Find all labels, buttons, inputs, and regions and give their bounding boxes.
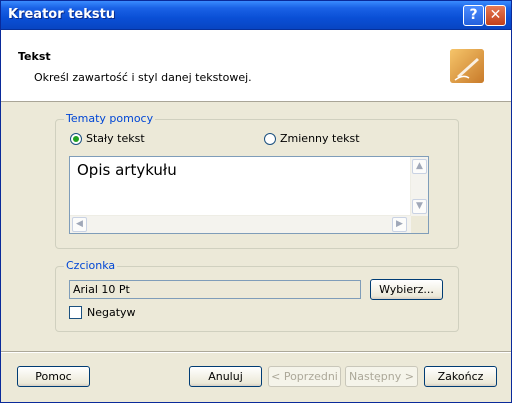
close-button[interactable]: ✕ [485,5,506,26]
scroll-right-icon[interactable]: ▶ [392,217,407,232]
text-content-area[interactable]: Opis artykułu ▲ ▼ ◀ ▶ [69,156,429,234]
scroll-down-icon[interactable]: ▼ [412,199,427,214]
font-display-field: Arial 10 Pt [69,280,361,299]
vertical-scrollbar[interactable]: ▲ ▼ [410,157,428,216]
topics-group-label: Tematy pomocy [64,112,156,125]
cancel-button[interactable]: Anuluj [189,366,262,387]
wizard-window: Kreator tekstu ? ✕ Tekst Określ zawartoś… [0,0,512,403]
wizard-header: Tekst Określ zawartość i styl danej teks… [1,30,511,102]
scroll-left-icon[interactable]: ◀ [72,217,87,232]
negative-checkbox-label: Negatyw [87,306,136,319]
help-title-button[interactable]: ? [463,5,484,26]
choose-font-button[interactable]: Wybierz... [370,279,443,300]
font-group-label: Czcionka [64,259,118,272]
next-button[interactable]: Następny > [345,366,418,387]
step-subtitle: Określ zawartość i styl danej tekstowej. [34,71,252,84]
pen-and-paper-icon [450,49,484,83]
scroll-up-icon[interactable]: ▲ [412,159,427,174]
variable-text-radio[interactable]: Zmienny tekst [264,132,360,145]
variable-text-label: Zmienny tekst [280,132,360,145]
negative-checkbox[interactable] [69,306,82,319]
radio-button-unchecked[interactable] [264,132,276,145]
scrollbar-corner [411,216,428,233]
window-title: Kreator tekstu [8,7,116,22]
step-title: Tekst [18,50,51,63]
horizontal-scrollbar[interactable]: ◀ ▶ [70,215,411,233]
finish-button[interactable]: Zakończ [424,366,497,387]
footer-divider [1,351,511,353]
text-content-value: Opis artykułu [77,161,177,179]
help-button[interactable]: Pomoc [17,366,90,387]
title-bar[interactable]: Kreator tekstu ? ✕ [1,1,511,30]
back-button[interactable]: < Poprzedni [268,366,341,387]
static-text-label: Stały tekst [86,132,145,145]
static-text-radio[interactable]: Stały tekst [70,132,145,145]
radio-button-checked[interactable] [70,132,82,145]
